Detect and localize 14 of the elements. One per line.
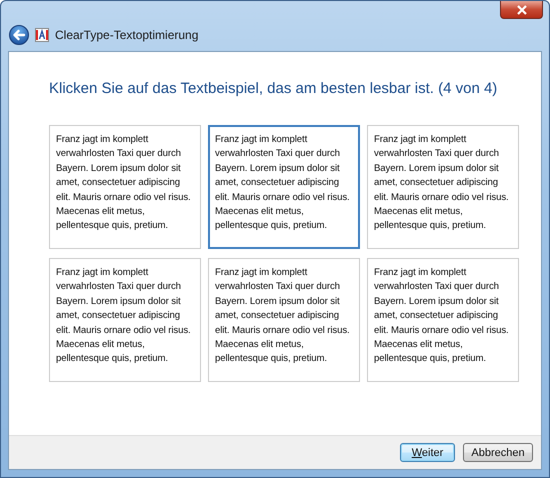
text-sample[interactable]: Franz jagt im komplett verwahrlosten Taxi quer durch Bayern. Lorem ipsum dolor sit amet, consectetuer adipiscing elit. Mauris ornare odio vel risus. Maecenas elit metus, pellentesque quis, pretium. [367, 125, 519, 249]
text-sample[interactable]: Franz jagt im komplett verwahrlosten Taxi quer durch Bayern. Lorem ipsum dolor sit amet, consectetuer adipiscing elit. Mauris ornare odio vel risus. Maecenas elit metus, pellentesque quis, pretium. [208, 258, 360, 382]
back-icon[interactable] [9, 25, 29, 45]
font-icon [35, 28, 49, 42]
instruction-heading: Klicken Sie auf das Textbeispiel, das am besten lesbar ist. (4 von 4) [49, 80, 498, 97]
text-sample[interactable]: Franz jagt im komplett verwahrlosten Taxi quer durch Bayern. Lorem ipsum dolor sit amet, consectetuer adipiscing elit. Mauris ornare odio vel risus. Maecenas elit metus, pellentesque quis, pretium. [49, 258, 201, 382]
window-title: ClearType-Textoptimierung [55, 28, 198, 42]
cancel-button[interactable]: Abbrechen [463, 443, 533, 462]
close-button[interactable] [500, 1, 543, 19]
next-button[interactable]: Weiter [400, 443, 455, 462]
text-sample[interactable]: Franz jagt im komplett verwahrlosten Taxi quer durch Bayern. Lorem ipsum dolor sit amet, consectetuer adipiscing elit. Mauris ornare odio vel risus. Maecenas elit metus, pellentesque quis, pretium. [367, 258, 519, 382]
close-icon [516, 4, 528, 14]
text-sample[interactable]: Franz jagt im komplett verwahrlosten Taxi quer durch Bayern. Lorem ipsum dolor sit amet, consectetuer adipiscing elit. Mauris ornare odio vel risus. Maecenas elit metus, pellentesque quis, pretium. [49, 125, 201, 249]
text-sample[interactable]: Franz jagt im komplett verwahrlosten Taxi quer durch Bayern. Lorem ipsum dolor sit amet, consectetuer adipiscing elit. Mauris ornare odio vel risus. Maecenas elit metus, pellentesque quis, pretium. [208, 125, 360, 249]
